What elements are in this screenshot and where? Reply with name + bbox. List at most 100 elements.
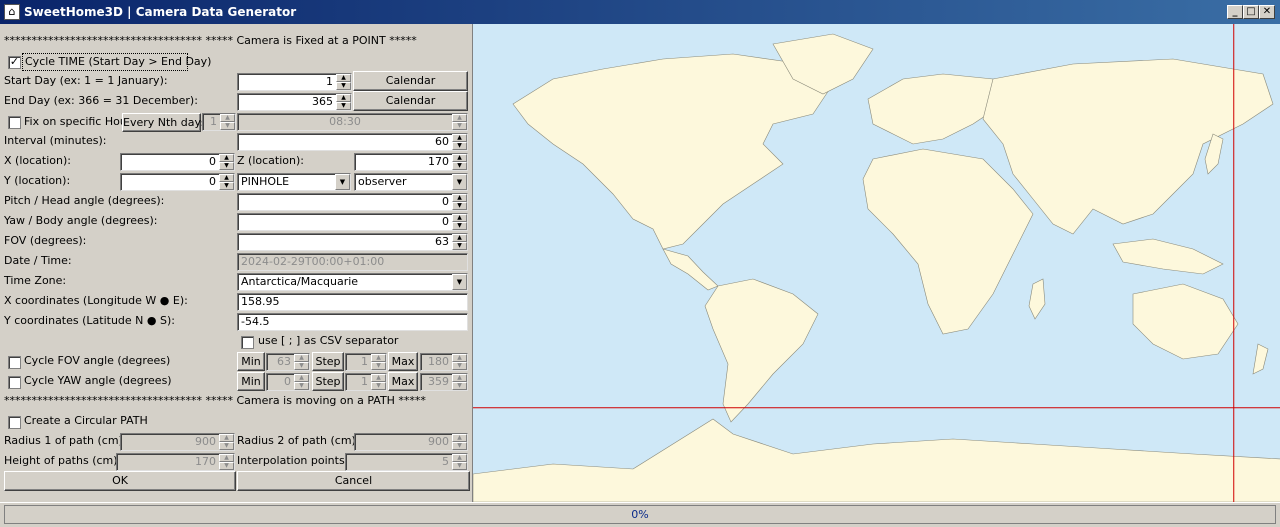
- fov-max-spinner[interactable]: 180 ▲ ▼: [420, 353, 468, 371]
- radius2-spinner[interactable]: 900 ▲ ▼: [354, 433, 468, 451]
- fov-step-spinner[interactable]: 1 ▲ ▼: [345, 353, 387, 371]
- start-day-input[interactable]: 1: [237, 73, 352, 91]
- yaw-min-spinner[interactable]: 0 ▲ ▼: [266, 373, 310, 391]
- camera-type-select[interactable]: PINHOLE ▼: [237, 173, 351, 191]
- yaw-max-spinner[interactable]: 359 ▲ ▼: [420, 373, 468, 391]
- cycle-yaw-label[interactable]: Cycle YAW angle (degrees): [24, 372, 172, 390]
- timezone-value[interactable]: Antarctica/Macquarie: [237, 273, 468, 291]
- yaw-spinner[interactable]: 0 ▲ ▼: [237, 213, 468, 231]
- app-icon[interactable]: ⌂: [4, 4, 20, 20]
- hour-spinner[interactable]: 08:30 ▲ ▼: [237, 113, 468, 131]
- spin-up-icon[interactable]: ▲: [336, 94, 351, 102]
- x-coordinates-input[interactable]: 158.95: [237, 293, 468, 311]
- chevron-down-icon[interactable]: ▼: [335, 174, 350, 190]
- spin-down-icon[interactable]: ▼: [371, 362, 386, 370]
- start-calendar-button[interactable]: Calendar: [353, 71, 468, 91]
- y-coordinates-input[interactable]: -54.5: [237, 313, 468, 331]
- every-nth-days-button[interactable]: Every Nth days: [122, 113, 207, 132]
- spin-up-icon[interactable]: ▲: [219, 154, 234, 162]
- spin-down-icon[interactable]: ▼: [371, 382, 386, 390]
- fov-input[interactable]: 63: [237, 233, 468, 251]
- csv-separator-checkbox[interactable]: [241, 336, 254, 349]
- spin-down-icon[interactable]: ▼: [219, 442, 234, 450]
- spin-up-icon[interactable]: ▲: [371, 374, 386, 382]
- world-map[interactable]: [472, 24, 1280, 502]
- chevron-down-icon[interactable]: ▼: [452, 174, 467, 190]
- y-location-spinner[interactable]: 0 ▲ ▼: [120, 173, 235, 191]
- spin-down-icon[interactable]: ▼: [452, 242, 467, 250]
- spin-down-icon[interactable]: ▼: [220, 122, 235, 130]
- spin-down-icon[interactable]: ▼: [294, 382, 309, 390]
- cycle-time-label[interactable]: Cycle TIME (Start Day > End Day): [25, 53, 211, 71]
- radius1-spinner[interactable]: 900 ▲ ▼: [120, 433, 235, 451]
- circular-path-checkbox[interactable]: [8, 416, 21, 429]
- spin-up-icon[interactable]: ▲: [220, 114, 235, 122]
- spin-up-icon[interactable]: ▲: [452, 154, 467, 162]
- circular-path-label[interactable]: Create a Circular PATH: [24, 412, 148, 430]
- spin-down-icon[interactable]: ▼: [452, 142, 467, 150]
- spin-down-icon[interactable]: ▼: [219, 182, 234, 190]
- end-day-input[interactable]: 365: [237, 93, 352, 111]
- z-location-spinner[interactable]: 170 ▲ ▼: [354, 153, 468, 171]
- yaw-input[interactable]: 0: [237, 213, 468, 231]
- interpolation-input[interactable]: 5: [345, 453, 468, 471]
- interval-input[interactable]: 60: [237, 133, 468, 151]
- datetime-input[interactable]: 2024-02-29T00:00+01:00: [237, 253, 468, 271]
- spin-down-icon[interactable]: ▼: [336, 102, 351, 110]
- world-map-svg[interactable]: [473, 24, 1280, 502]
- yaw-step-spinner[interactable]: 1 ▲ ▼: [345, 373, 387, 391]
- spin-up-icon[interactable]: ▲: [452, 234, 467, 242]
- x-location-spinner[interactable]: 0 ▲ ▼: [120, 153, 235, 171]
- spin-up-icon[interactable]: ▲: [219, 434, 234, 442]
- height-input[interactable]: 170: [116, 453, 235, 471]
- camera-type-value[interactable]: PINHOLE: [237, 173, 351, 191]
- cycle-time-checkbox[interactable]: ✓: [8, 56, 21, 69]
- camera-mode-select[interactable]: observer ▼: [354, 173, 468, 191]
- spin-down-icon[interactable]: ▼: [452, 222, 467, 230]
- pitch-spinner[interactable]: 0 ▲ ▼: [237, 193, 468, 211]
- height-spinner[interactable]: 170 ▲ ▼: [116, 453, 235, 471]
- spin-down-icon[interactable]: ▼: [219, 162, 234, 170]
- radius1-input[interactable]: 900: [120, 433, 235, 451]
- camera-mode-value[interactable]: observer: [354, 173, 468, 191]
- spin-up-icon[interactable]: ▲: [452, 354, 467, 362]
- cycle-fov-checkbox[interactable]: [8, 356, 21, 369]
- spin-up-icon[interactable]: ▲: [336, 74, 351, 82]
- csv-separator-label[interactable]: use [ ; ] as CSV separator: [258, 332, 398, 350]
- spin-down-icon[interactable]: ▼: [336, 82, 351, 90]
- spin-down-icon[interactable]: ▼: [219, 462, 234, 470]
- spin-down-icon[interactable]: ▼: [452, 202, 467, 210]
- fix-hour-label[interactable]: Fix on specific Hour: [24, 113, 131, 131]
- spin-down-icon[interactable]: ▼: [452, 462, 467, 470]
- spin-up-icon[interactable]: ▲: [294, 374, 309, 382]
- spin-up-icon[interactable]: ▲: [452, 194, 467, 202]
- cycle-yaw-checkbox[interactable]: [8, 376, 21, 389]
- hour-input[interactable]: 08:30: [237, 113, 468, 131]
- interpolation-spinner[interactable]: 5 ▲ ▼: [345, 453, 468, 471]
- spin-up-icon[interactable]: ▲: [452, 454, 467, 462]
- ok-button[interactable]: OK: [4, 471, 236, 491]
- spin-up-icon[interactable]: ▲: [294, 354, 309, 362]
- spin-down-icon[interactable]: ▼: [294, 362, 309, 370]
- cycle-fov-label[interactable]: Cycle FOV angle (degrees): [24, 352, 170, 370]
- spin-up-icon[interactable]: ▲: [219, 174, 234, 182]
- z-location-input[interactable]: 170: [354, 153, 468, 171]
- spin-up-icon[interactable]: ▲: [452, 374, 467, 382]
- spin-up-icon[interactable]: ▲: [219, 454, 234, 462]
- fix-hour-checkbox[interactable]: [8, 116, 21, 129]
- fov-min-spinner[interactable]: 63 ▲ ▼: [266, 353, 310, 371]
- interval-spinner[interactable]: 60 ▲ ▼: [237, 133, 468, 151]
- spin-up-icon[interactable]: ▲: [452, 134, 467, 142]
- radius2-input[interactable]: 900: [354, 433, 468, 451]
- end-day-spinner[interactable]: 365 ▲ ▼: [237, 93, 352, 111]
- close-icon[interactable]: ✕: [1259, 5, 1275, 19]
- start-day-spinner[interactable]: 1 ▲ ▼: [237, 73, 352, 91]
- spin-down-icon[interactable]: ▼: [452, 122, 467, 130]
- every-nth-spinner[interactable]: 1 ▲ ▼: [202, 113, 236, 131]
- spin-down-icon[interactable]: ▼: [452, 362, 467, 370]
- minimize-icon[interactable]: _: [1227, 5, 1243, 19]
- spin-up-icon[interactable]: ▲: [452, 214, 467, 222]
- x-location-input[interactable]: 0: [120, 153, 235, 171]
- spin-down-icon[interactable]: ▼: [452, 162, 467, 170]
- chevron-down-icon[interactable]: ▼: [452, 274, 467, 290]
